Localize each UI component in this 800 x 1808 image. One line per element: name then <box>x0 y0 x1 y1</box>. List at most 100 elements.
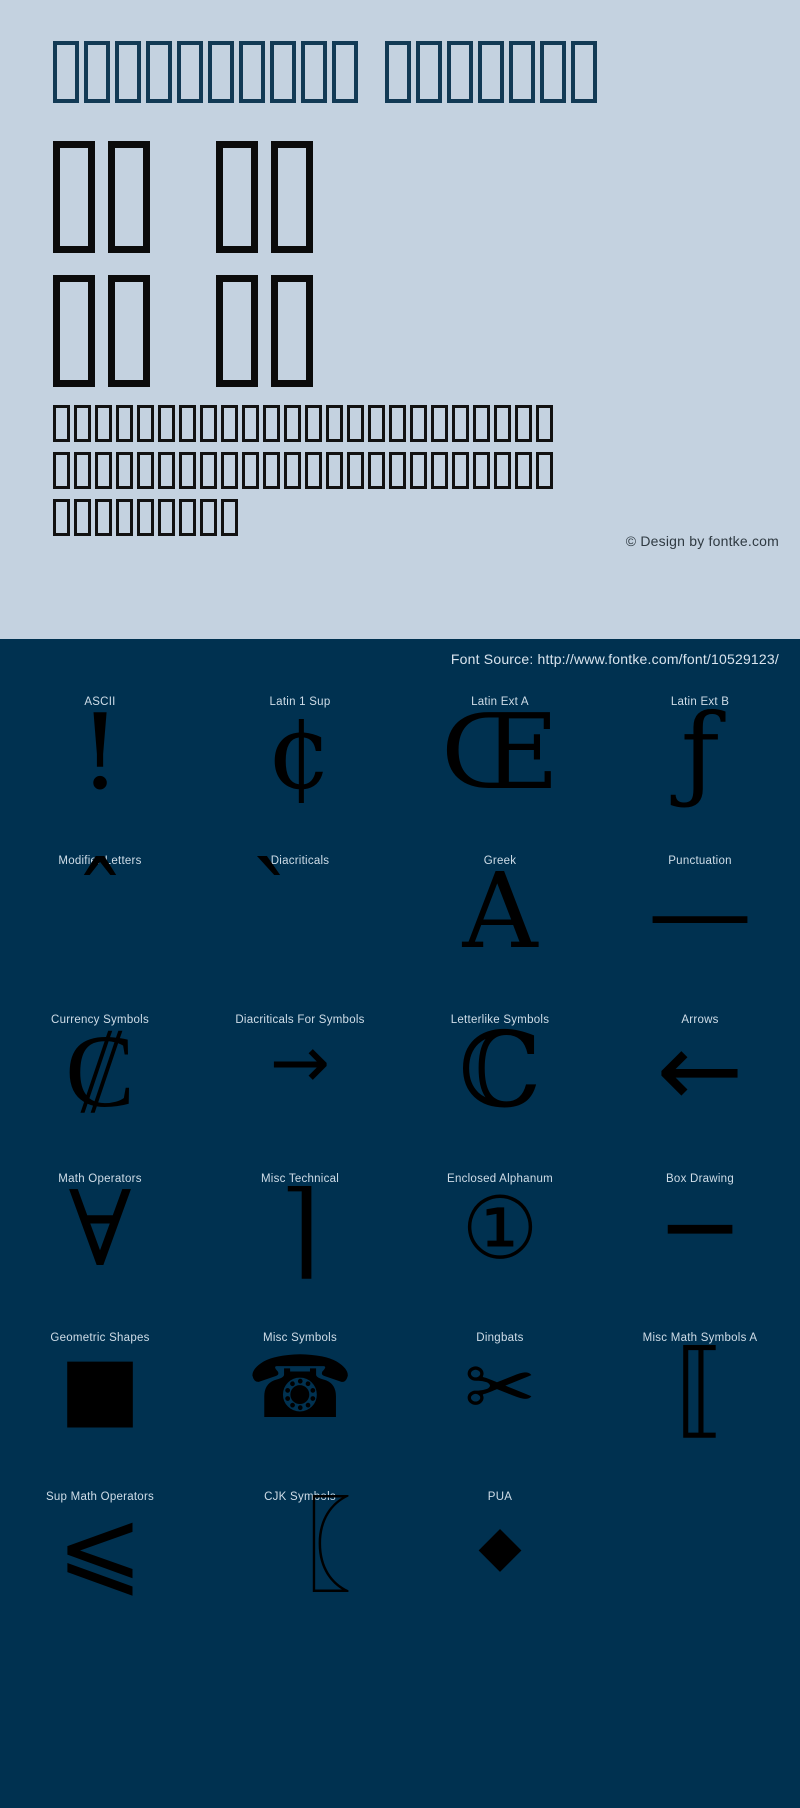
missing-glyph-box <box>305 405 322 442</box>
missing-glyph-box <box>53 452 70 489</box>
coverage-cell-greek[interactable]: Greek Α <box>400 845 600 1004</box>
coverage-cell-glyph: ℂ <box>458 1009 542 1131</box>
missing-glyph-box <box>536 405 553 442</box>
missing-glyph-box <box>208 41 234 103</box>
missing-glyph-box <box>473 452 490 489</box>
missing-glyph-box <box>200 499 217 536</box>
missing-glyph-box <box>326 405 343 442</box>
missing-glyph-box <box>179 452 196 489</box>
missing-glyph-box <box>284 405 301 442</box>
font-source-link[interactable]: Font Source: http://www.fontke.com/font/… <box>451 651 779 667</box>
font-specimen-page: © Design by fontke.com Font Source: http… <box>0 0 800 1808</box>
missing-glyph-box <box>95 499 112 536</box>
missing-glyph-box <box>494 452 511 489</box>
coverage-cell-punctuation[interactable]: Punctuation — <box>600 845 800 1004</box>
missing-glyph-box <box>515 405 532 442</box>
missing-glyph-box <box>242 405 259 442</box>
missing-glyph-box <box>431 405 448 442</box>
missing-glyph-box <box>95 405 112 442</box>
coverage-cell-empty <box>600 1481 800 1640</box>
missing-glyph-box <box>509 41 535 103</box>
missing-glyph-box <box>536 452 553 489</box>
coverage-cell-glyph: ⩽ <box>56 1486 144 1608</box>
missing-glyph-box <box>115 41 141 103</box>
coverage-cell-glyph: ƒ <box>680 691 720 813</box>
missing-glyph-box <box>271 275 313 387</box>
coverage-cell-glyph: → <box>269 1020 331 1104</box>
missing-glyph-box <box>385 41 411 103</box>
missing-glyph-box <box>146 41 172 103</box>
coverage-cell-currency-symbols[interactable]: Currency Symbols ₡ <box>0 1004 200 1163</box>
missing-glyph-box <box>515 452 532 489</box>
coverage-cell-letterlike-symbols[interactable]: Letterlike Symbols ℂ <box>400 1004 600 1163</box>
coverage-cell-cjk-symbols[interactable]: CJK Symbols 〖 <box>200 1481 400 1640</box>
missing-glyph-box <box>271 141 313 253</box>
specimen-paragraph-line-3 <box>53 499 242 536</box>
coverage-cell-glyph: ⟦ <box>674 1327 726 1449</box>
coverage-cell-box-drawing[interactable]: Box Drawing ─ <box>600 1163 800 1322</box>
specimen-panel: © Design by fontke.com <box>0 0 800 639</box>
missing-glyph-box <box>53 41 79 103</box>
coverage-cell-sup-math-operators[interactable]: Sup Math Operators ⩽ <box>0 1481 200 1640</box>
coverage-cell-misc-technical[interactable]: Misc Technical ⌉ <box>200 1163 400 1322</box>
missing-glyph-box <box>368 405 385 442</box>
coverage-cell-glyph: 〖 <box>247 1486 352 1608</box>
missing-glyph-box <box>431 452 448 489</box>
coverage-cell-dingbats[interactable]: Dingbats ✂ <box>400 1322 600 1481</box>
missing-glyph-box <box>368 452 385 489</box>
missing-glyph-box <box>452 405 469 442</box>
coverage-cell-misc-math-symbols-a[interactable]: Misc Math Symbols A ⟦ <box>600 1322 800 1481</box>
missing-glyph-box <box>84 41 110 103</box>
coverage-cell-modifier-letters[interactable]: Modifier Letters ˆ <box>0 845 200 1004</box>
coverage-cell-glyph: ⌉ <box>279 1168 321 1290</box>
missing-glyph-box <box>158 452 175 489</box>
missing-glyph-box <box>221 499 238 536</box>
missing-glyph-box <box>221 452 238 489</box>
coverage-cell-glyph: ¢ <box>266 691 334 813</box>
coverage-cell-glyph: — <box>648 850 752 972</box>
coverage-cell-pua[interactable]: PUA ◆ <box>400 1481 600 1640</box>
coverage-cell-glyph: ∀ <box>68 1168 132 1290</box>
coverage-cell-diacriticals[interactable]: Diacriticals̀ <box>200 845 400 1004</box>
missing-glyph-box <box>74 452 91 489</box>
missing-glyph-box <box>389 405 406 442</box>
missing-glyph-box <box>326 452 343 489</box>
missing-glyph-box <box>53 405 70 442</box>
specimen-paragraph-line-2 <box>53 452 557 489</box>
coverage-row: Math Operators ∀ Misc Technical ⌉ Enclosed A… <box>0 1163 800 1322</box>
missing-glyph-box <box>301 41 327 103</box>
missing-glyph-box <box>284 452 301 489</box>
missing-glyph-box <box>74 499 91 536</box>
missing-glyph-box <box>239 41 265 103</box>
missing-glyph-box <box>179 405 196 442</box>
coverage-cell-glyph: ■ <box>59 1338 141 1438</box>
missing-glyph-box <box>179 499 196 536</box>
coverage-cell-latin-ext-b[interactable]: Latin Ext Bƒ <box>600 686 800 845</box>
coverage-cell-misc-symbols[interactable]: Misc Symbols ☎ <box>200 1322 400 1481</box>
missing-glyph-box <box>242 452 259 489</box>
missing-glyph-box <box>116 405 133 442</box>
copyright-notice: © Design by fontke.com <box>625 533 779 549</box>
coverage-cell-glyph: ✂ <box>463 1338 537 1438</box>
specimen-big-line-2 <box>53 275 326 387</box>
missing-glyph-box <box>494 405 511 442</box>
coverage-cell-geometric-shapes[interactable]: Geometric Shapes ■ <box>0 1322 200 1481</box>
missing-glyph-box <box>540 41 566 103</box>
coverage-cell-arrows[interactable]: Arrows ← <box>600 1004 800 1163</box>
missing-glyph-box <box>137 405 154 442</box>
coverage-cell-latin-1-sup[interactable]: Latin 1 Sup ¢ <box>200 686 400 845</box>
coverage-cell-enclosed-alphanum[interactable]: Enclosed Alphanum ① <box>400 1163 600 1322</box>
missing-glyph-box <box>389 452 406 489</box>
coverage-cell-ascii[interactable]: ASCII! <box>0 686 200 845</box>
missing-glyph-box <box>116 452 133 489</box>
missing-glyph-box <box>221 405 238 442</box>
missing-glyph-box <box>108 275 150 387</box>
coverage-cell-glyph: Œ <box>440 691 560 813</box>
coverage-cell-math-operators[interactable]: Math Operators ∀ <box>0 1163 200 1322</box>
specimen-big-line-1 <box>53 141 326 253</box>
missing-glyph-box <box>332 41 358 103</box>
coverage-cell-diacriticals-for-symbols[interactable]: Diacriticals For Symbols → <box>200 1004 400 1163</box>
coverage-row: Sup Math Operators ⩽ CJK Symbols 〖 PUA ◆ <box>0 1481 800 1640</box>
missing-glyph-box <box>158 405 175 442</box>
coverage-cell-latin-ext-a[interactable]: Latin Ext AŒ <box>400 686 600 845</box>
